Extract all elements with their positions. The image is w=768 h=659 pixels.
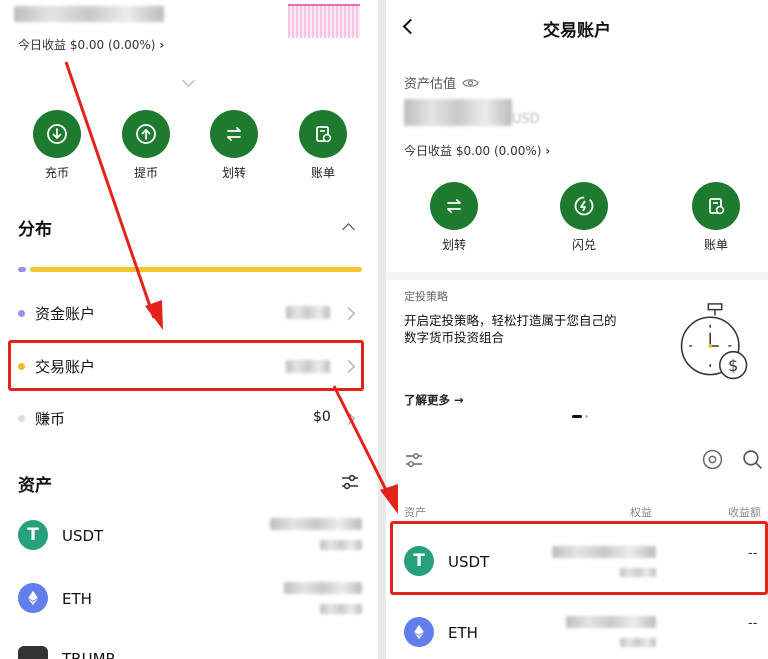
blurred-eth-equity <box>566 616 656 628</box>
blurred-username <box>14 6 164 22</box>
bill-icon <box>709 198 725 215</box>
ethereum-icon <box>18 583 48 613</box>
distribution-bar-funding <box>18 267 26 272</box>
deposit-button[interactable]: 充币 <box>22 110 92 181</box>
valuation-label-row: 资产估值 <box>404 73 479 92</box>
withdraw-label: 提币 <box>133 166 158 180</box>
learn-more-link[interactable]: 了解更多 → <box>404 392 464 408</box>
asset-symbol: USDT <box>62 527 104 545</box>
blurred-valuation-amount <box>404 99 512 126</box>
right-screen-trading-account: 交易账户 资产估值 USD 今日收益 $0.00 (0.00%) › 划转 闪兑… <box>386 0 768 659</box>
bill-icon <box>316 126 332 143</box>
earn-label: 赚币 <box>35 410 66 428</box>
blurred-eth-value <box>320 604 362 614</box>
header-pnl: 收益额 <box>728 506 761 519</box>
trading-highlight-box <box>8 340 364 391</box>
banner-text-line2: 数字货币投资组合 <box>404 330 505 345</box>
transfer-button[interactable]: 划转 <box>419 182 489 253</box>
stopwatch-dollar-icon: $ <box>680 303 748 380</box>
eye-icon[interactable] <box>462 77 479 89</box>
usdt-highlight-box <box>390 521 768 595</box>
bill-button[interactable]: 账单 <box>681 182 751 253</box>
asset-symbol: ETH <box>62 590 92 608</box>
blurred-usdt-value <box>320 540 362 550</box>
header-equity: 权益 <box>630 506 652 519</box>
asset-symbol: ETH <box>448 624 478 642</box>
chevron-right-icon <box>342 412 355 425</box>
withdraw-button[interactable]: 提币 <box>111 110 181 181</box>
transfer-label: 划转 <box>441 238 466 252</box>
carousel-dot-active <box>572 415 582 418</box>
assets-title: 资产 <box>18 476 52 496</box>
today-earnings-text[interactable]: 今日收益 $0.00 (0.00%) › <box>404 142 550 159</box>
tether-icon: T <box>18 520 48 550</box>
valuation-unit: USD <box>512 112 540 127</box>
trump-coin-icon <box>18 646 48 659</box>
funding-account-label: 资金账户 <box>35 305 96 323</box>
valuation-label: 资产估值 <box>404 77 457 92</box>
flash-swap-button[interactable]: 闪兑 <box>549 182 619 253</box>
earn-value: $0 <box>313 409 331 425</box>
bill-label: 账单 <box>703 238 728 252</box>
withdraw-icon <box>136 124 156 144</box>
distribution-bar-trading <box>30 267 362 272</box>
transfer-button[interactable]: 划转 <box>199 110 269 181</box>
today-earnings-text[interactable]: 今日收益 $0.00 (0.00%) › <box>18 36 164 53</box>
eth-pnl: -- <box>748 616 758 631</box>
deposit-icon <box>47 124 67 144</box>
transfer-icon <box>227 127 241 141</box>
deposit-label: 充币 <box>44 166 69 180</box>
section-divider <box>386 272 768 280</box>
blurred-eth-equity-value <box>620 638 656 647</box>
target-icon[interactable] <box>702 449 723 470</box>
earn-dot <box>18 415 25 422</box>
funding-dot <box>18 310 25 317</box>
blurred-usdt-amount <box>270 518 362 530</box>
chevron-right-icon: › <box>159 38 165 52</box>
collapse-chevron-icon[interactable] <box>342 223 355 236</box>
flash-swap-label: 闪兑 <box>571 238 596 252</box>
header-asset: 资产 <box>404 506 426 519</box>
bill-label: 账单 <box>310 166 335 180</box>
pink-chart-thumbnail <box>288 4 360 38</box>
search-icon[interactable] <box>742 449 763 470</box>
transfer-label: 划转 <box>221 166 246 180</box>
asset-symbol: TRUMP <box>62 650 115 659</box>
filter-sliders-icon[interactable] <box>404 450 424 470</box>
ethereum-icon <box>404 617 434 647</box>
banner-tag: 定投策略 <box>404 290 448 303</box>
chevron-right-icon <box>342 307 355 320</box>
carousel-dot <box>585 415 588 418</box>
filter-sliders-icon[interactable] <box>340 472 360 492</box>
page-title: 交易账户 <box>543 21 611 41</box>
left-screen-assets: 今日收益 $0.00 (0.00%) › 充币 提币 划转 账单 分布 资金账户… <box>0 0 378 659</box>
distribution-title: 分布 <box>18 220 52 240</box>
blurred-eth-amount <box>284 582 362 594</box>
chevron-right-icon: › <box>545 144 551 158</box>
transfer-icon <box>447 199 461 213</box>
chevron-down-icon[interactable] <box>182 74 195 87</box>
blurred-funding-value <box>286 306 330 319</box>
svg-text:$: $ <box>728 356 738 375</box>
flash-swap-icon <box>574 196 594 216</box>
bill-button[interactable]: 账单 <box>288 110 358 181</box>
distribution-bar <box>18 267 362 272</box>
